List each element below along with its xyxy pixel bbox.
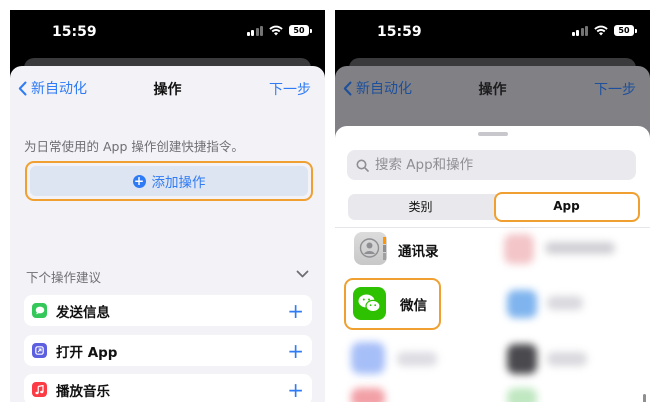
blurred-app-label	[547, 352, 587, 366]
back-button[interactable]: 新自动化	[343, 78, 412, 98]
segmented-control: 类别 App	[348, 192, 640, 222]
highlight-box: App	[494, 192, 640, 222]
add-action-label: 添加操作	[151, 175, 206, 191]
right-screen: 15:59 50 新自动化 操作 下一步 类别 App	[335, 10, 650, 402]
status-bar: 15:59 50	[335, 10, 650, 58]
suggestion-label: 打开 App	[56, 344, 118, 361]
scrollbar[interactable]	[643, 394, 646, 402]
chevron-left-icon	[343, 81, 352, 95]
hint-text: 为日常使用的 App 操作创建快捷指令。	[24, 139, 244, 154]
wechat-icon	[353, 287, 386, 320]
app-label: 通讯录	[398, 244, 439, 260]
music-icon	[32, 382, 47, 397]
divider	[335, 227, 650, 228]
app-picker-sheet: 类别 App 通讯录 微信	[335, 126, 650, 402]
search-bar[interactable]	[347, 150, 636, 180]
plus-icon[interactable]: +	[287, 380, 304, 400]
chevron-down-icon[interactable]	[296, 270, 309, 278]
back-label: 新自动化	[31, 81, 87, 97]
blurred-app-label	[545, 242, 615, 254]
chevron-left-icon	[18, 81, 27, 95]
app-row-wechat[interactable]: 微信	[344, 278, 441, 330]
back-label: 新自动化	[356, 81, 412, 97]
blurred-app-icon	[507, 290, 537, 318]
suggestion-label: 播放音乐	[56, 383, 110, 400]
actions-sheet: 新自动化 操作 下一步 为日常使用的 App 操作创建快捷指令。 + 添加操作 …	[10, 66, 325, 402]
search-icon	[356, 159, 369, 172]
open-app-icon	[32, 343, 47, 358]
status-time: 15:59	[377, 24, 422, 40]
cellular-signal-icon	[246, 25, 263, 36]
next-button[interactable]: 下一步	[594, 79, 636, 99]
cellular-signal-icon	[571, 25, 588, 36]
blurred-app-icon	[351, 342, 385, 374]
blurred-app-icon	[351, 388, 385, 402]
app-label: 微信	[400, 298, 427, 314]
segment-app[interactable]: App	[496, 194, 637, 219]
nav-bar: 新自动化 操作 下一步	[335, 78, 650, 102]
back-button[interactable]: 新自动化	[18, 78, 87, 98]
plus-icon[interactable]: +	[287, 301, 304, 321]
suggestion-open-app[interactable]: 打开 App +	[24, 335, 312, 366]
messages-icon	[32, 303, 47, 318]
wifi-icon	[269, 25, 283, 36]
contacts-icon	[354, 232, 387, 265]
blurred-app-icon	[507, 344, 537, 374]
next-button[interactable]: 下一步	[269, 79, 311, 99]
status-time: 15:59	[52, 24, 97, 40]
left-screen: 15:59 50 新自动化 操作 下一步 为日常使用的 App 操作创建快捷指令…	[10, 10, 325, 402]
plus-icon[interactable]: +	[287, 341, 304, 361]
add-action-button[interactable]: + 添加操作	[30, 166, 308, 196]
sheet-grabber[interactable]	[478, 132, 508, 136]
blurred-app-icon	[504, 234, 534, 264]
suggestion-label: 发送信息	[56, 304, 110, 321]
suggestions-title: 下个操作建议	[26, 270, 102, 285]
status-bar: 15:59 50	[10, 10, 325, 58]
suggestion-play-music[interactable]: 播放音乐 +	[24, 374, 312, 402]
search-input[interactable]	[373, 156, 617, 174]
blurred-app-icon	[507, 388, 537, 402]
nav-bar: 新自动化 操作 下一步	[10, 78, 325, 102]
blurred-app-label	[547, 296, 583, 310]
battery-icon: 50	[289, 25, 312, 36]
highlight-box: + 添加操作	[25, 161, 313, 201]
blurred-app-label	[397, 352, 437, 366]
wifi-icon	[594, 25, 608, 36]
suggestion-send-message[interactable]: 发送信息 +	[24, 295, 312, 326]
battery-icon: 50	[614, 25, 637, 36]
segment-category[interactable]: 类别	[348, 194, 493, 220]
plus-circle-icon: +	[132, 173, 146, 188]
